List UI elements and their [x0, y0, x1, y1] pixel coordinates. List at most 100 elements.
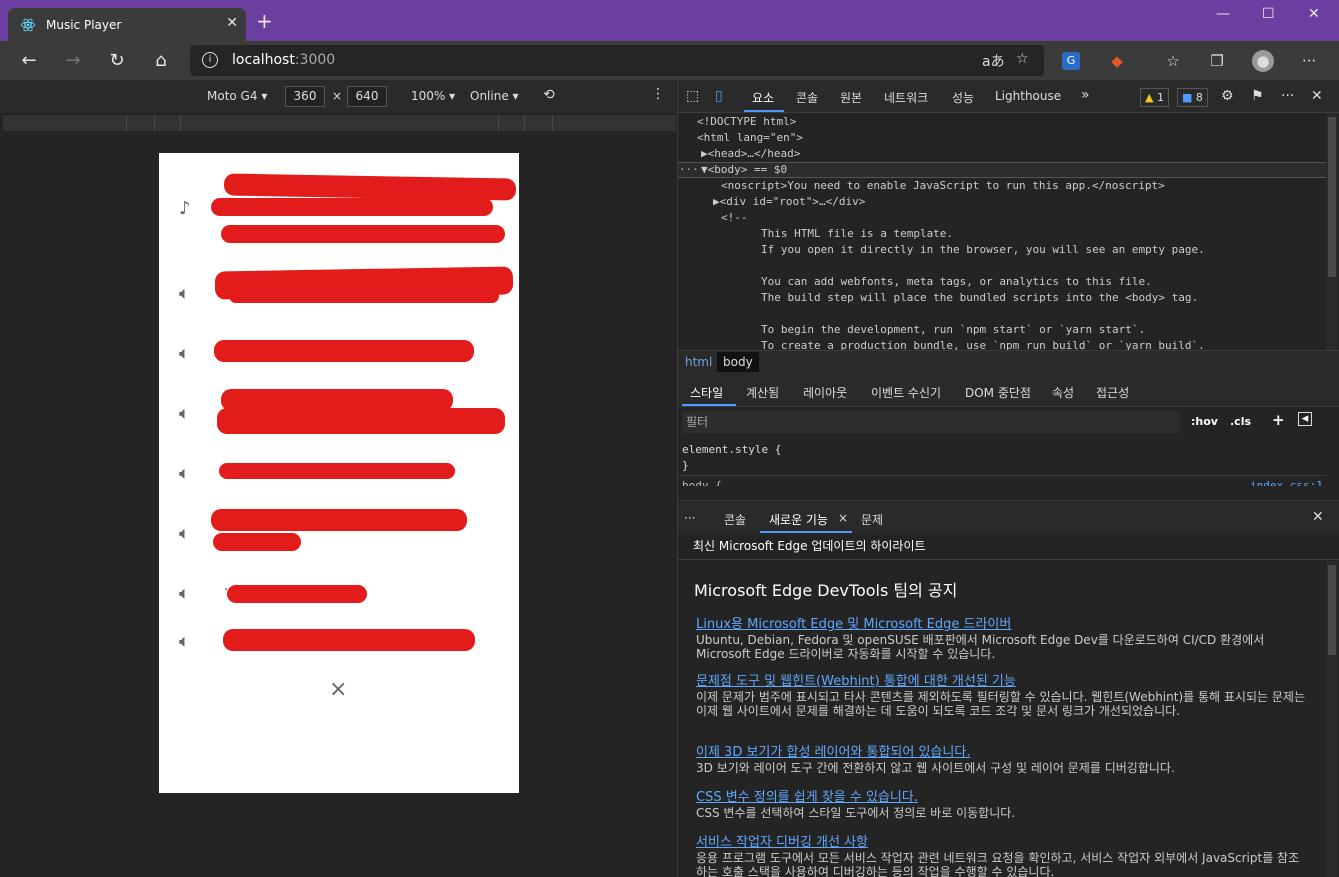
dom-line[interactable]: <html lang="en">: [697, 131, 803, 144]
news-link[interactable]: Linux용 Microsoft Edge 및 Microsoft Edge 드…: [696, 613, 1011, 632]
element-style-close: }: [682, 459, 689, 472]
back-icon[interactable]: ←: [17, 49, 41, 73]
dom-line[interactable]: <!DOCTYPE html>: [697, 115, 796, 128]
news-link[interactable]: CSS 변수 정의를 쉽게 찾을 수 있습니다.: [696, 786, 918, 805]
drawer-tab-issues[interactable]: 문제: [861, 511, 883, 528]
dom-line[interactable]: ▶<div id="root">…</div>: [713, 195, 865, 208]
messages-badge[interactable]: ■ 8: [1177, 88, 1208, 107]
dom-line[interactable]: ▶<head>…</head>: [701, 147, 800, 160]
tab-styles[interactable]: 스타일: [690, 384, 723, 401]
tab-network[interactable]: 네트워크: [884, 89, 928, 106]
warnings-badge[interactable]: ▲ 1: [1140, 88, 1169, 107]
add-favorite-icon[interactable]: ☆: [1016, 51, 1029, 67]
tab-properties[interactable]: 속성: [1052, 384, 1074, 401]
tab-console[interactable]: 콘솔: [796, 89, 818, 106]
hov-button[interactable]: :hov: [1191, 415, 1218, 428]
browser-tab[interactable]: Music Player ✕: [8, 8, 246, 41]
dom-tree: <!DOCTYPE html> <html lang="en"> ▶<head>…: [678, 113, 1326, 350]
tab-elements[interactable]: 요소: [752, 89, 774, 106]
dimension-separator: ×: [332, 89, 343, 103]
read-aloud-icon[interactable]: aあ: [982, 51, 1005, 71]
tab-computed[interactable]: 계산됨: [746, 384, 779, 401]
rotate-icon[interactable]: ⟲: [543, 87, 555, 103]
new-rule-button[interactable]: +: [1272, 411, 1285, 429]
site-info-icon[interactable]: i: [202, 52, 218, 68]
height-input[interactable]: 640: [347, 86, 387, 107]
url-text[interactable]: localhost:3000: [232, 52, 335, 68]
speaker-icon: 🔈︎: [179, 343, 190, 364]
more-menu-icon[interactable]: ···: [1298, 50, 1320, 72]
dom-line[interactable]: <noscript>You need to enable JavaScript …: [721, 179, 1165, 192]
close-whats-new-icon[interactable]: ×: [838, 511, 848, 525]
news-desc: Ubuntu, Debian, Fedora 및 openSUSE 배포판에서 …: [696, 633, 1265, 661]
width-input[interactable]: 360: [285, 86, 325, 107]
close-icon[interactable]: ×: [329, 677, 347, 702]
new-tab-button[interactable]: +: [256, 11, 273, 31]
device-more-icon[interactable]: ⋮: [651, 86, 665, 102]
drawer-tab-whats-new[interactable]: 새로운 기능: [769, 511, 828, 528]
maximize-button[interactable]: ☐: [1262, 6, 1275, 22]
tab-performance[interactable]: 성능: [952, 89, 974, 106]
tab-accessibility[interactable]: 접근성: [1096, 384, 1129, 401]
styles-tabbar: 스타일 계산됨 레이아웃 이벤트 수신기 DOM 중단점 속성 접근성: [678, 372, 1339, 407]
window-close-button[interactable]: ✕: [1308, 6, 1320, 22]
styles-pane: element.style { } body { index.css:1: [678, 437, 1326, 497]
dom-line-body[interactable]: ▼<body> == $0: [701, 163, 787, 176]
translate-icon[interactable]: G: [1062, 52, 1080, 70]
drawer-tab-console[interactable]: 콘솔: [724, 511, 746, 528]
message-icon: ■: [1182, 91, 1193, 104]
network-select[interactable]: Online ▾: [470, 89, 519, 103]
device-emulation-area: Moto G4 ▾ 360 × 640 100% ▾ Online ▾ ⟲ ⋮ …: [0, 80, 677, 877]
close-devtools-icon[interactable]: ✕: [1311, 88, 1323, 104]
filter-input[interactable]: 필터: [682, 411, 1180, 433]
news-desc: 3D 보기와 레이어 도구 간에 전환하지 않고 웹 사이트에서 구성 및 레이…: [696, 761, 1175, 775]
dom-line: You can add webfonts, meta tags, or anal…: [761, 275, 1152, 288]
news-link[interactable]: 서비스 작업자 디버깅 개선 사항: [696, 831, 868, 850]
breadcrumb-body[interactable]: body: [717, 352, 759, 372]
news-title: Microsoft Edge DevTools 팀의 공지: [694, 581, 958, 600]
profile-avatar[interactable]: ●: [1252, 50, 1274, 72]
media-query-ruler[interactable]: [3, 115, 676, 131]
tab-event-listeners[interactable]: 이벤트 수신기: [871, 384, 941, 401]
favorites-icon[interactable]: ☆: [1162, 50, 1184, 72]
dom-line[interactable]: <!--: [721, 211, 748, 224]
collections-icon[interactable]: ❐: [1206, 50, 1228, 72]
tab-lighthouse[interactable]: Lighthouse: [995, 89, 1061, 103]
tab-dom-breakpoints[interactable]: DOM 중단점: [965, 384, 1031, 401]
more-options-icon[interactable]: ···: [1281, 88, 1294, 104]
element-style-rule[interactable]: element.style {: [682, 443, 781, 456]
whats-new-content: Microsoft Edge DevTools 팀의 공지 Linux용 Mic…: [678, 561, 1326, 877]
tab-title: Music Player: [46, 17, 122, 32]
extension-icon[interactable]: ◆: [1106, 50, 1128, 72]
speaker-icon: 🔈︎: [179, 523, 190, 544]
news-link[interactable]: 문제점 도구 및 웹힌트(Webhint) 통합에 대한 개선된 기능: [696, 670, 1016, 689]
tab-layout[interactable]: 레이아웃: [803, 384, 847, 401]
device-toggle-icon[interactable]: ▯: [715, 88, 723, 104]
speaker-icon: 🔈︎: [179, 631, 190, 652]
minimize-button[interactable]: —: [1216, 6, 1230, 22]
breadcrumb-html[interactable]: html: [685, 355, 712, 369]
news-desc: 응용 프로그램 도구에서 모든 서비스 작업자 관련 네트워크 요청을 확인하고…: [696, 851, 1300, 877]
body-rule[interactable]: body {: [682, 479, 722, 486]
home-icon[interactable]: ⌂: [149, 49, 173, 73]
inspect-element-icon[interactable]: ⬚: [686, 88, 699, 104]
close-tab-icon[interactable]: ✕: [226, 15, 238, 31]
close-drawer-icon[interactable]: ✕: [1312, 509, 1324, 525]
drawer-more-icon[interactable]: ···: [684, 511, 695, 525]
dom-scrollbar[interactable]: [1326, 113, 1338, 355]
dom-line-marker: ···: [679, 163, 699, 176]
rule-source-link[interactable]: index.css:1: [1250, 479, 1323, 486]
news-link[interactable]: 이제 3D 보기가 합성 레이어와 통합되어 있습니다.: [696, 741, 970, 760]
refresh-icon[interactable]: ↻: [105, 49, 129, 73]
news-scrollbar[interactable]: [1326, 561, 1338, 877]
settings-icon[interactable]: ⚙: [1221, 88, 1234, 104]
tab-sources[interactable]: 원본: [840, 89, 862, 106]
device-select[interactable]: Moto G4 ▾: [207, 89, 267, 103]
toggle-sidebar-icon[interactable]: ◂: [1298, 412, 1312, 426]
zoom-select[interactable]: 100% ▾: [411, 89, 455, 103]
more-tabs-button[interactable]: »: [1081, 87, 1090, 103]
address-bar[interactable]: i localhost:3000 aあ ☆: [190, 45, 1044, 76]
cls-button[interactable]: .cls: [1230, 415, 1251, 428]
feedback-icon[interactable]: ⚑: [1251, 88, 1264, 104]
forward-icon[interactable]: →: [61, 49, 85, 73]
